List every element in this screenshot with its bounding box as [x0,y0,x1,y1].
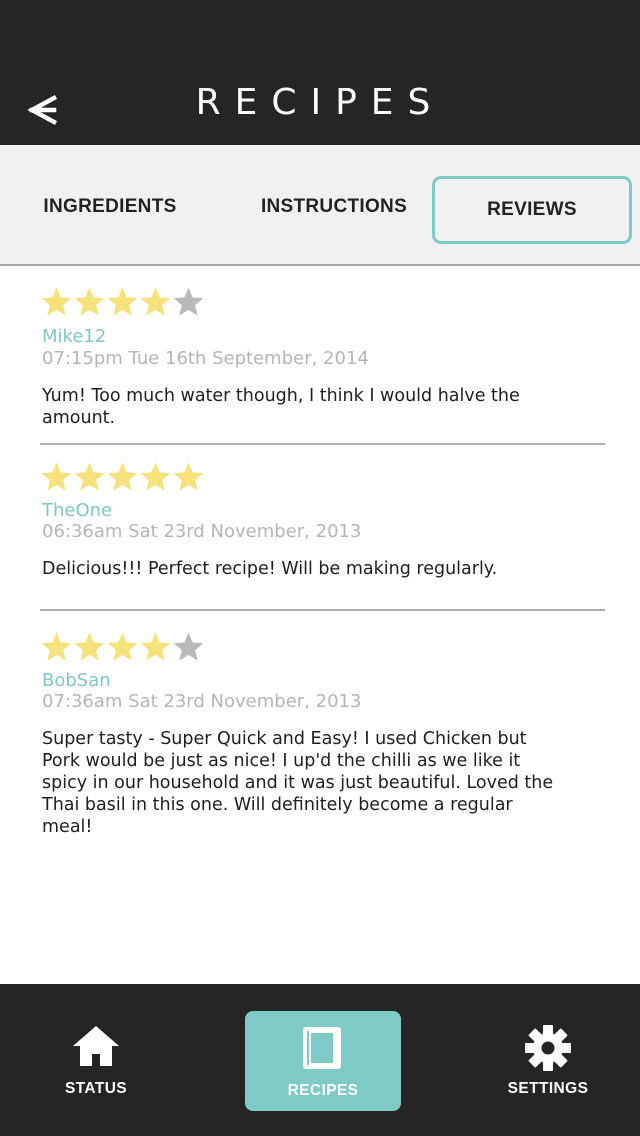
star-filled-icon [41,462,72,491]
nav-status-button[interactable]: STATUS [18,1011,174,1111]
star-filled-icon [107,632,138,661]
home-icon [73,1026,119,1066]
star-filled-icon [74,462,105,491]
divider [40,609,605,611]
review-text: Delicious!!! Perfect recipe! Will be mak… [42,559,498,579]
review-date: 06:36am Sat 23rd November, 2013 [42,521,362,542]
tab-bar: INGREDIENTS INSTRUCTIONS REVIEWS [0,145,640,266]
nav-settings-label: SETTINGS [507,1080,589,1097]
divider [40,443,605,445]
star-filled-icon [140,462,171,491]
star-filled-icon [107,462,138,491]
star-filled-icon [41,632,72,661]
review-date: 07:36am Sat 23rd November, 2013 [42,691,362,712]
bottom-tab-bar: STATUS RECIPES SETTINGS [0,984,640,1136]
star-empty-icon [173,287,204,316]
review-author: BobSan [42,670,111,691]
review-author: Mike12 [42,326,107,347]
review-text: Super tasty - Super Quick and Easy! I us… [42,729,554,837]
star-filled-icon [173,462,204,491]
page-title: RECIPES [195,82,445,123]
recipe-book-icon [303,1027,341,1069]
top-navigation-bar: RECIPES [0,0,640,145]
star-filled-icon [107,287,138,316]
star-filled-icon [74,287,105,316]
star-filled-icon [41,287,72,316]
review-text: Yum! Too much water though, I think I wo… [42,386,520,428]
nav-status-label: STATUS [64,1080,128,1097]
nav-recipes-label: RECIPES [287,1082,359,1099]
star-filled-icon [140,632,171,661]
gear-icon [525,1025,571,1071]
tab-reviews[interactable]: REVIEWS [432,176,632,244]
star-rating [40,286,205,320]
tab-ingredients[interactable]: INGREDIENTS [12,176,208,238]
nav-recipes-button[interactable]: RECIPES [245,1011,401,1111]
star-empty-icon [173,632,204,661]
star-rating [40,631,205,665]
review-date: 07:15pm Tue 16th September, 2014 [42,348,369,369]
star-filled-icon [140,287,171,316]
review-author: TheOne [42,500,113,521]
tab-instructions[interactable]: INSTRUCTIONS [236,176,432,238]
nav-settings-button[interactable]: SETTINGS [470,1011,626,1111]
star-rating [40,461,205,495]
star-filled-icon [74,632,105,661]
